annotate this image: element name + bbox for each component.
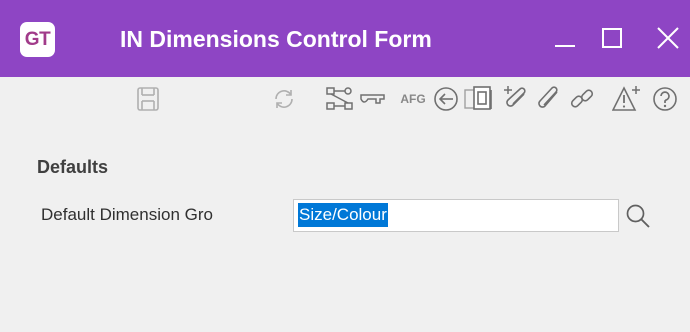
minimize-icon bbox=[555, 45, 575, 47]
back-button[interactable] bbox=[430, 81, 462, 117]
attachment-button[interactable] bbox=[532, 81, 564, 117]
default-dimension-group-input[interactable]: Size/Colour bbox=[293, 199, 619, 232]
close-button[interactable] bbox=[648, 18, 688, 58]
window-title: IN Dimensions Control Form bbox=[120, 26, 432, 52]
key-icon bbox=[360, 94, 385, 104]
help-button[interactable] bbox=[648, 81, 682, 117]
link-icon bbox=[570, 89, 594, 108]
back-arrow-icon bbox=[434, 87, 458, 111]
dimensions-control-window: GT IN Dimensions Control Form AFG Defaul… bbox=[0, 0, 690, 332]
default-dimension-group-label: Default Dimension Gro bbox=[41, 205, 213, 224]
title-bar[interactable]: GT IN Dimensions Control Form bbox=[0, 0, 690, 77]
minimize-button[interactable] bbox=[545, 18, 585, 58]
refresh-icon bbox=[275, 90, 293, 108]
save-icon bbox=[137, 87, 159, 111]
section-title-defaults: Defaults bbox=[37, 157, 109, 177]
preview-button[interactable] bbox=[462, 81, 498, 117]
refresh-button[interactable] bbox=[268, 81, 300, 117]
default-dimension-group-value: Size/Colour bbox=[298, 203, 388, 227]
afg-icon: AFG bbox=[400, 92, 426, 106]
search-icon bbox=[626, 204, 650, 228]
add-alert-button[interactable] bbox=[610, 81, 644, 117]
attachment-icon bbox=[538, 86, 558, 108]
workflow-button[interactable] bbox=[323, 81, 357, 117]
add-alert-icon bbox=[612, 86, 640, 111]
maximize-button[interactable] bbox=[592, 18, 632, 58]
help-icon bbox=[653, 87, 677, 111]
save-button[interactable] bbox=[130, 81, 166, 117]
link-button[interactable] bbox=[566, 81, 598, 117]
close-icon bbox=[657, 27, 679, 49]
add-attachment-icon bbox=[504, 86, 526, 107]
toolbar: AFG bbox=[0, 77, 690, 122]
key-button[interactable] bbox=[356, 81, 390, 117]
maximize-icon bbox=[602, 28, 622, 48]
dimension-group-search-button[interactable] bbox=[620, 199, 656, 233]
add-attachment-button[interactable] bbox=[500, 81, 532, 117]
afg-button[interactable]: AFG bbox=[396, 81, 430, 117]
workflow-icon bbox=[326, 87, 353, 110]
preview-icon bbox=[464, 86, 492, 110]
app-logo-icon: GT bbox=[20, 22, 55, 57]
